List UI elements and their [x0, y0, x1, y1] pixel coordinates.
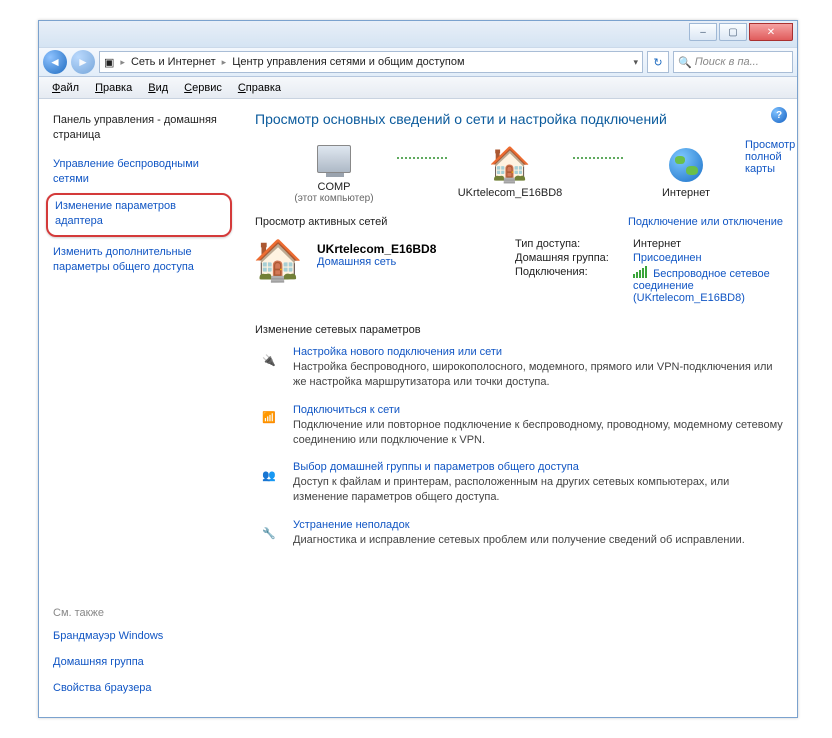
minimize-button[interactable]: – — [689, 23, 717, 41]
task-connect: 📶 Подключиться к сети Подключение или по… — [255, 404, 783, 448]
nav-back-button[interactable]: ◄ — [43, 50, 67, 74]
page-title: Просмотр основных сведений о сети и наст… — [255, 111, 783, 127]
prop-connection-link[interactable]: Беспроводное сетевое соединение (UKrtele… — [633, 268, 770, 304]
change-settings-header: Изменение сетевых параметров — [255, 324, 783, 336]
window-titlebar: – ▢ ✕ — [39, 21, 797, 47]
network-properties: Тип доступа: Интернет Домашняя группа: П… — [515, 238, 783, 306]
task-new-connection: 🔌 Настройка нового подключения или сети … — [255, 346, 783, 390]
maximize-button[interactable]: ▢ — [719, 23, 747, 41]
menu-file[interactable]: Файл — [45, 80, 86, 96]
sidebar-item-wireless[interactable]: Управление беспроводными сетями — [53, 157, 225, 187]
breadcrumb-item[interactable]: Сеть и Интернет — [131, 56, 216, 68]
see-also-firewall[interactable]: Брандмауэр Windows — [53, 629, 225, 644]
active-networks-header: Просмотр активных сетей — [255, 216, 387, 228]
prop-access-label: Тип доступа: — [515, 238, 625, 250]
breadcrumb-icon: ▣ — [104, 56, 114, 69]
help-icon[interactable]: ? — [771, 107, 787, 123]
homegroup-icon: 👥 — [255, 461, 283, 489]
node-router[interactable]: 🏠 UKrtelecom_E16BD8 — [451, 145, 569, 199]
task-description: Настройка беспроводного, широкополосного… — [293, 360, 783, 390]
active-network: 🏠 UKrtelecom_E16BD8 Домашняя сеть Тип до… — [255, 238, 783, 306]
task-description: Подключение или повторное подключение к … — [293, 418, 783, 448]
tasks-list: 🔌 Настройка нового подключения или сети … — [255, 346, 783, 548]
node-label: Интернет — [662, 187, 710, 199]
menu-view[interactable]: Вид — [141, 80, 175, 96]
menu-bar: Файл Правка Вид Сервис Справка — [39, 77, 797, 99]
prop-connection-label: Подключения: — [515, 266, 625, 304]
node-internet[interactable]: Интернет — [627, 145, 745, 199]
menu-edit[interactable]: Правка — [88, 80, 139, 96]
active-networks-header-row: Просмотр активных сетей Подключение или … — [255, 216, 783, 228]
chevron-right-icon: ▸ — [222, 57, 227, 68]
house-icon: 🏠 — [255, 238, 301, 284]
see-also-homegroup[interactable]: Домашняя группа — [53, 655, 225, 670]
globe-icon — [666, 145, 706, 185]
sidebar-item-adapter-settings[interactable]: Изменение параметров адаптера — [55, 199, 223, 229]
network-info: UKrtelecom_E16BD8 Домашняя сеть — [317, 238, 436, 306]
node-label: COMP — [318, 181, 351, 193]
task-link[interactable]: Подключиться к сети — [293, 404, 400, 416]
task-link[interactable]: Выбор домашней группы и параметров общег… — [293, 461, 579, 473]
dropdown-icon[interactable]: ▾ — [633, 57, 638, 68]
chevron-right-icon: ▸ — [120, 57, 125, 68]
house-icon: 🏠 — [490, 145, 530, 185]
network-type-link[interactable]: Домашняя сеть — [317, 256, 396, 268]
connection-line — [573, 157, 623, 159]
close-button[interactable]: ✕ — [749, 23, 793, 41]
window-body: Панель управления - домашняя страница Уп… — [39, 99, 797, 717]
pc-icon — [314, 139, 354, 179]
signal-bars-icon — [633, 266, 647, 278]
task-link[interactable]: Настройка нового подключения или сети — [293, 346, 502, 358]
search-icon: 🔍 — [678, 56, 692, 69]
task-description: Доступ к файлам и принтерам, расположенн… — [293, 475, 783, 505]
breadcrumb[interactable]: ▣ ▸ Сеть и Интернет ▸ Центр управления с… — [99, 51, 643, 73]
connection-line — [397, 157, 447, 159]
control-panel-window: – ▢ ✕ ◄ ► ▣ ▸ Сеть и Интернет ▸ Центр уп… — [38, 20, 798, 718]
prop-access-value: Интернет — [633, 238, 681, 250]
node-sublabel: (этот компьютер) — [294, 193, 373, 204]
annotation-highlight: Изменение параметров адаптера — [46, 193, 232, 237]
see-also-browser[interactable]: Свойства браузера — [53, 681, 225, 696]
network-map-row: COMP (этот компьютер) 🏠 UKrtelecom_E16BD… — [255, 139, 783, 204]
prop-homegroup-label: Домашняя группа: — [515, 252, 625, 264]
task-homegroup: 👥 Выбор домашней группы и параметров общ… — [255, 461, 783, 505]
address-bar: ◄ ► ▣ ▸ Сеть и Интернет ▸ Центр управлен… — [39, 47, 797, 77]
prop-homegroup-link[interactable]: Присоединен — [633, 252, 702, 264]
see-also-section: См. также Брандмауэр Windows Домашняя гр… — [53, 587, 225, 707]
connect-icon: 📶 — [255, 404, 283, 432]
network-map: COMP (этот компьютер) 🏠 UKrtelecom_E16BD… — [275, 139, 745, 204]
menu-tools[interactable]: Сервис — [177, 80, 229, 96]
task-link[interactable]: Устранение неполадок — [293, 519, 410, 531]
see-also-header: См. также — [53, 607, 225, 619]
connect-disconnect-link[interactable]: Подключение или отключение — [628, 216, 783, 228]
node-this-pc[interactable]: COMP (этот компьютер) — [275, 139, 393, 204]
sidebar: Панель управления - домашняя страница Уп… — [39, 99, 235, 717]
menu-help[interactable]: Справка — [231, 80, 288, 96]
troubleshoot-icon: 🔧 — [255, 519, 283, 547]
refresh-button[interactable]: ↻ — [647, 51, 669, 73]
breadcrumb-item[interactable]: Центр управления сетями и общим доступом — [232, 56, 464, 68]
search-placeholder: Поиск в па... — [695, 56, 759, 68]
new-connection-icon: 🔌 — [255, 346, 283, 374]
view-full-map-link[interactable]: Просмотр полной карты — [745, 139, 795, 175]
control-panel-home-link[interactable]: Панель управления - домашняя страница — [53, 113, 225, 143]
task-troubleshoot: 🔧 Устранение неполадок Диагностика и исп… — [255, 519, 783, 548]
search-input[interactable]: 🔍 Поиск в па... — [673, 51, 793, 73]
network-name: UKrtelecom_E16BD8 — [317, 242, 436, 256]
main-panel: ? Просмотр основных сведений о сети и на… — [235, 99, 797, 717]
node-label: UKrtelecom_E16BD8 — [458, 187, 563, 199]
sidebar-item-sharing[interactable]: Изменить дополнительные параметры общего… — [53, 245, 225, 275]
nav-forward-button[interactable]: ► — [71, 50, 95, 74]
task-description: Диагностика и исправление сетевых пробле… — [293, 533, 745, 548]
